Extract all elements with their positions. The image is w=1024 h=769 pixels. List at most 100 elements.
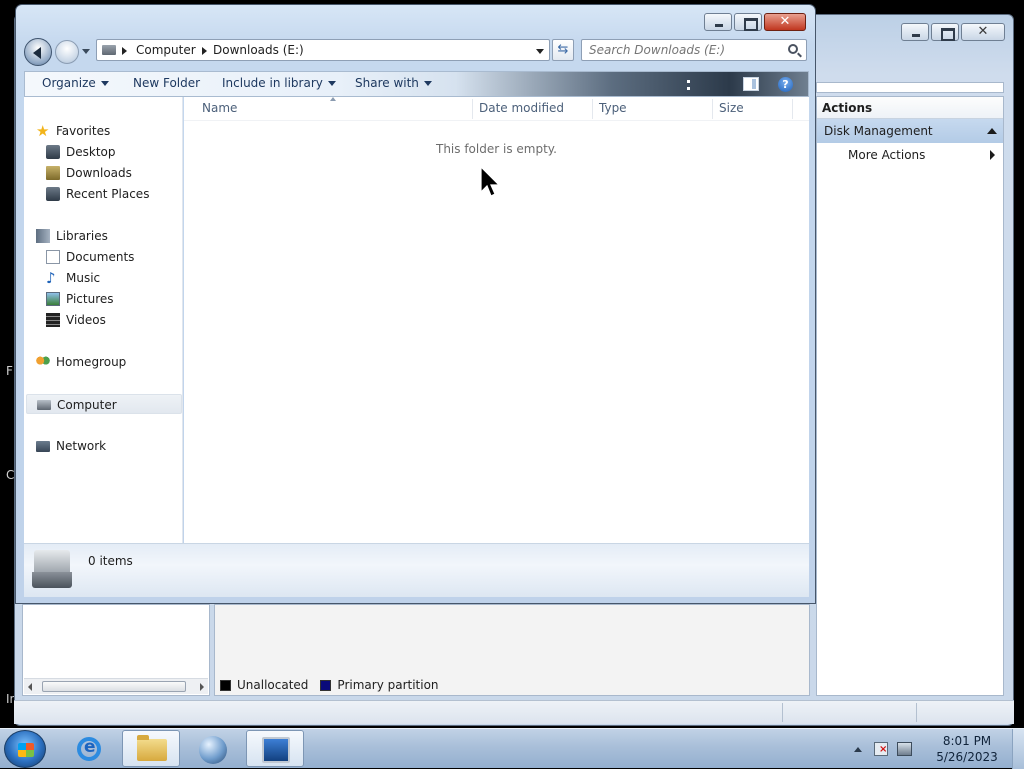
nav-item-label: Desktop <box>66 145 116 159</box>
file-list[interactable]: Name Date modified Type Size This folder… <box>184 97 809 543</box>
refresh-button[interactable]: ⇆ <box>552 39 574 61</box>
film-strip-icon <box>46 313 60 327</box>
taskbar-media-player[interactable] <box>184 730 242 767</box>
minimize-button[interactable] <box>901 23 929 41</box>
nav-item-libraries[interactable]: Libraries <box>36 226 176 246</box>
show-desktop-button[interactable] <box>1012 729 1024 769</box>
address-dropdown-icon[interactable] <box>536 49 544 54</box>
more-actions-label: More Actions <box>848 148 926 162</box>
help-icon[interactable]: ? <box>778 77 793 92</box>
nav-item-recent-places[interactable]: Recent Places <box>46 184 176 204</box>
desktop-text-fragment: F <box>6 364 13 378</box>
nav-item-downloads[interactable]: Downloads <box>46 163 176 183</box>
column-header-type[interactable]: Type <box>599 101 627 115</box>
recent-pages-dropdown[interactable] <box>82 49 90 54</box>
back-button[interactable] <box>24 38 52 66</box>
more-actions-item[interactable]: More Actions <box>817 143 1003 167</box>
legend-swatch-unallocated <box>220 679 231 691</box>
column-separator[interactable] <box>472 99 473 119</box>
breadcrumb-downloads[interactable]: Downloads (E:) <box>213 43 304 57</box>
nav-item-label: Downloads <box>66 166 132 180</box>
share-with-label: Share with <box>355 76 419 90</box>
column-separator[interactable] <box>592 99 593 119</box>
item-count: 0 items <box>88 554 133 568</box>
forward-button[interactable] <box>55 40 79 64</box>
star-icon: ★ <box>36 122 50 140</box>
breadcrumb-arrow-icon[interactable] <box>122 47 127 55</box>
nav-item-favorites[interactable]: ★ Favorites <box>36 121 176 141</box>
computer-icon <box>37 400 51 410</box>
column-header-date-modified[interactable]: Date modified <box>479 101 564 115</box>
nav-item-label: Pictures <box>66 292 114 306</box>
include-in-library-button[interactable]: Include in library <box>222 76 336 90</box>
breadcrumb-arrow-icon[interactable] <box>202 47 207 55</box>
action-center-flag-icon[interactable] <box>874 742 888 756</box>
mmc-toolbar-strip <box>816 82 1004 93</box>
nav-item-label: Documents <box>66 250 135 264</box>
actions-section-disk-management[interactable]: Disk Management <box>817 119 1003 143</box>
scroll-left-icon[interactable] <box>28 683 32 691</box>
nav-item-documents[interactable]: Documents <box>46 247 176 267</box>
empty-folder-message: This folder is empty. <box>436 142 557 156</box>
legend-swatch-primary-partition <box>320 679 332 691</box>
show-hidden-icons-icon[interactable] <box>854 747 862 752</box>
maximize-button[interactable] <box>931 23 959 41</box>
search-icon[interactable] <box>788 44 798 54</box>
share-with-button[interactable]: Share with <box>355 76 432 90</box>
nav-item-label: Homegroup <box>56 355 127 369</box>
new-folder-button[interactable]: New Folder <box>133 76 200 90</box>
scrollbar-thumb[interactable] <box>42 681 186 692</box>
computer-icon <box>102 45 116 55</box>
nav-item-label: Computer <box>57 398 117 412</box>
nav-item-desktop[interactable]: Desktop <box>46 142 176 162</box>
window-caption-buttons: ✕ <box>901 23 1005 41</box>
close-button[interactable]: ✕ <box>764 13 806 31</box>
start-button[interactable] <box>4 730 46 768</box>
column-header-name[interactable]: Name <box>202 101 237 115</box>
nav-item-computer[interactable]: Computer <box>26 394 182 414</box>
organize-button[interactable]: Organize <box>42 76 109 90</box>
column-separator[interactable] <box>712 99 713 119</box>
legend-label-primary-partition: Primary partition <box>337 678 439 692</box>
nav-item-pictures[interactable]: Pictures <box>46 289 176 309</box>
nav-item-videos[interactable]: Videos <box>46 310 176 330</box>
computer-management-icon <box>262 737 290 763</box>
breadcrumb-computer[interactable]: Computer <box>136 43 196 57</box>
legend-label-unallocated: Unallocated <box>237 678 309 692</box>
music-note-icon: ♪ <box>46 269 56 287</box>
taskbar-computer-management[interactable] <box>246 730 304 767</box>
nav-item-music[interactable]: ♪ Music <box>46 268 176 288</box>
notification-area: 8:01 PM 5/26/2023 <box>854 729 1024 769</box>
search-box[interactable] <box>581 39 807 61</box>
taskbar-windows-explorer[interactable] <box>122 730 180 767</box>
search-input[interactable] <box>583 41 779 59</box>
window-caption-buttons: ✕ <box>704 13 806 31</box>
column-header-size[interactable]: Size <box>719 101 744 115</box>
clock-time: 8:01 PM <box>942 734 992 748</box>
taskbar-internet-explorer[interactable] <box>60 730 118 767</box>
pictures-icon <box>46 292 60 306</box>
homegroup-icon <box>36 355 50 369</box>
nav-item-label: Network <box>56 439 107 453</box>
nav-item-homegroup[interactable]: Homegroup <box>36 352 176 372</box>
nav-item-network[interactable]: Network <box>36 436 176 456</box>
recent-places-icon <box>46 187 60 201</box>
column-separator[interactable] <box>792 99 793 119</box>
preview-pane-icon[interactable] <box>743 77 759 91</box>
address-bar[interactable]: Computer Downloads (E:) <box>96 39 550 61</box>
horizontal-scrollbar[interactable] <box>24 678 208 694</box>
libraries-icon <box>36 229 50 243</box>
status-separator <box>916 703 917 722</box>
system-clock[interactable]: 8:01 PM 5/26/2023 <box>926 733 1008 765</box>
minimize-button[interactable] <box>704 13 732 31</box>
sort-ascending-icon <box>330 97 336 101</box>
internet-explorer-icon <box>77 737 101 761</box>
close-icon: ✕ <box>977 24 989 39</box>
mouse-pointer-icon <box>480 166 500 197</box>
windows-logo-icon <box>18 743 34 757</box>
close-button[interactable]: ✕ <box>961 23 1005 41</box>
network-status-icon[interactable] <box>897 742 912 756</box>
change-view-icon[interactable] <box>687 80 697 90</box>
scroll-right-icon[interactable] <box>200 683 204 691</box>
maximize-button[interactable] <box>734 13 762 31</box>
